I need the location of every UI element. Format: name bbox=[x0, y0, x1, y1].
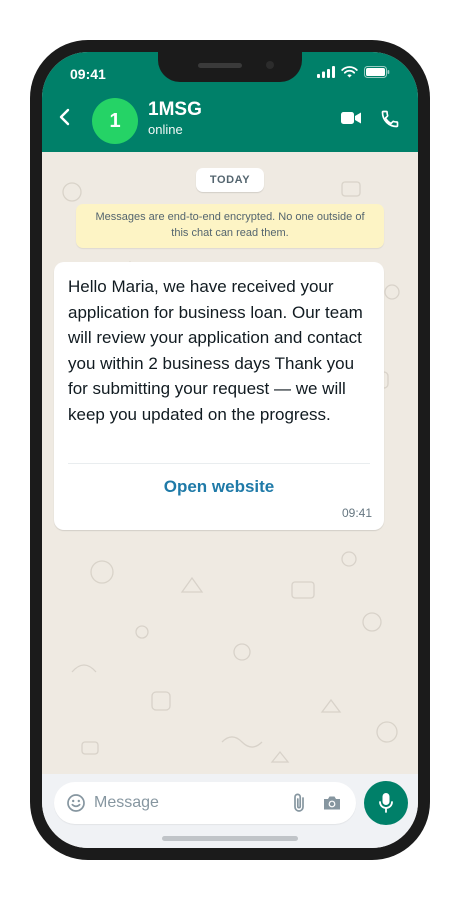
speaker-grille bbox=[198, 63, 242, 68]
phone-screen: 09:41 1 1MSG online TODAY Messages are e… bbox=[42, 52, 418, 848]
battery-icon bbox=[364, 66, 390, 78]
back-arrow-icon bbox=[59, 108, 70, 126]
emoji-button[interactable] bbox=[66, 793, 86, 818]
voice-message-button[interactable] bbox=[364, 781, 408, 825]
avatar[interactable]: 1 bbox=[92, 98, 138, 144]
message-time: 09:41 bbox=[341, 506, 372, 520]
phone-call-icon bbox=[381, 110, 399, 128]
voice-call-button[interactable] bbox=[380, 109, 400, 134]
message-input[interactable] bbox=[94, 782, 274, 824]
notch bbox=[158, 52, 302, 82]
contact-name[interactable]: 1MSG bbox=[148, 99, 202, 121]
status-time: 09:41 bbox=[70, 66, 106, 82]
camera-button[interactable] bbox=[322, 794, 342, 817]
mic-icon bbox=[379, 793, 393, 813]
home-indicator[interactable] bbox=[162, 836, 298, 841]
composer-bar bbox=[42, 774, 418, 848]
status-icons bbox=[317, 66, 390, 78]
attach-icon bbox=[294, 793, 304, 812]
phone-frame: 09:41 1 1MSG online TODAY Messages are e… bbox=[30, 40, 430, 860]
contact-status: online bbox=[148, 122, 183, 137]
front-camera bbox=[266, 61, 274, 69]
video-call-icon bbox=[341, 112, 361, 124]
signal-icon bbox=[317, 66, 335, 78]
video-call-button[interactable] bbox=[340, 110, 362, 131]
message-text: Hello Maria, we have received your appli… bbox=[68, 277, 363, 424]
back-button[interactable] bbox=[58, 108, 72, 131]
message-bubble[interactable]: Hello Maria, we have received your appli… bbox=[54, 262, 384, 530]
encryption-notice[interactable]: Messages are end-to-end encrypted. No on… bbox=[76, 204, 384, 248]
chat-area[interactable]: TODAY Messages are end-to-end encrypted.… bbox=[42, 152, 418, 774]
message-input-box[interactable] bbox=[54, 782, 356, 824]
camera-icon bbox=[324, 796, 340, 810]
attach-button[interactable] bbox=[292, 792, 306, 819]
message-divider bbox=[68, 463, 370, 464]
emoji-icon bbox=[67, 794, 85, 812]
wifi-icon bbox=[341, 66, 358, 78]
date-chip: TODAY bbox=[196, 168, 264, 192]
open-website-button[interactable]: Open website bbox=[54, 477, 384, 497]
